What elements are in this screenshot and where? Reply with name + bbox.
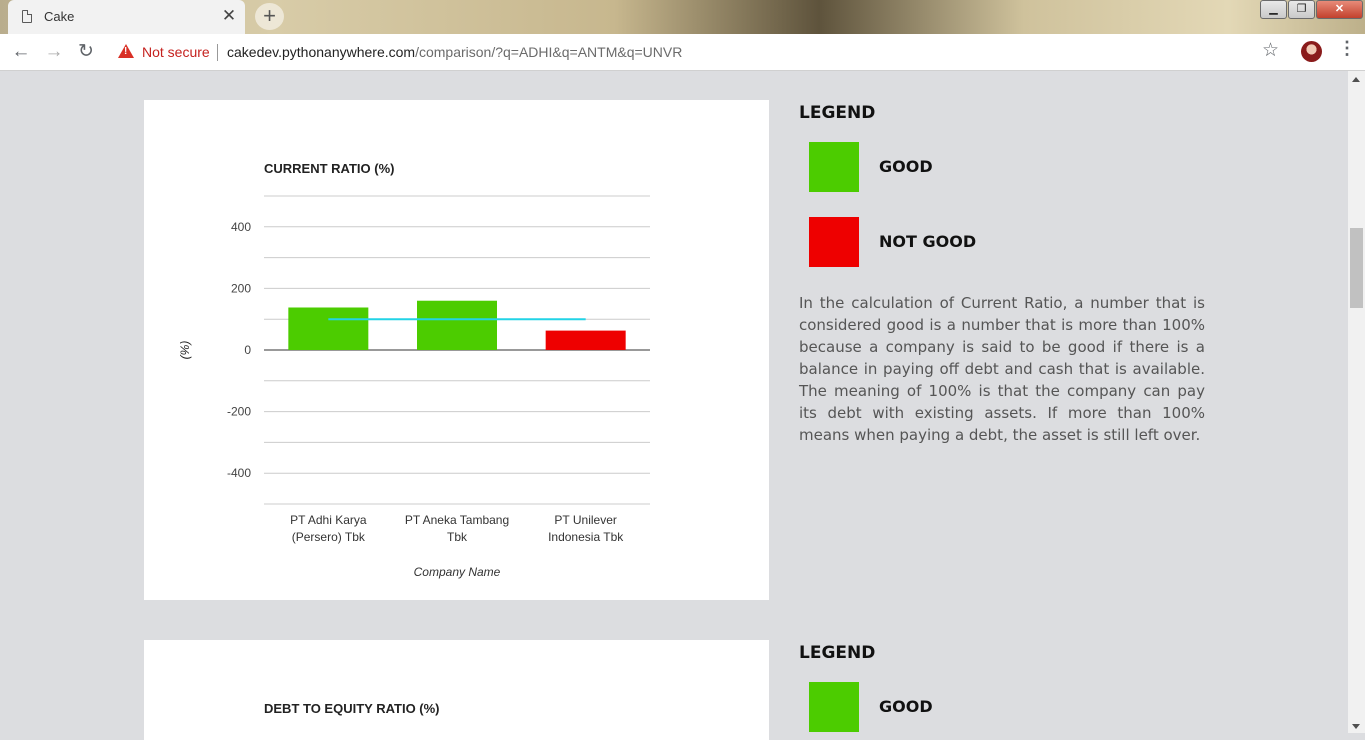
document-icon bbox=[22, 10, 32, 23]
scroll-thumb[interactable] bbox=[1350, 228, 1363, 308]
x-tick-label: (Persero) Tbk bbox=[292, 530, 366, 544]
scroll-up-arrow-icon[interactable] bbox=[1352, 77, 1360, 82]
bookmark-star-icon[interactable]: ☆ bbox=[1262, 39, 1279, 62]
page-scrollbar[interactable] bbox=[1348, 71, 1365, 733]
back-arrow-icon[interactable]: ← bbox=[9, 40, 33, 64]
scroll-down-arrow-icon[interactable] bbox=[1352, 724, 1360, 729]
profile-avatar[interactable] bbox=[1301, 41, 1322, 62]
x-tick-label: Tbk bbox=[447, 530, 468, 544]
good-swatch bbox=[809, 142, 859, 192]
menu-dots-icon[interactable]: ⋮ bbox=[1338, 38, 1356, 59]
close-window-button[interactable]: ✕ bbox=[1316, 0, 1363, 19]
x-axis-label: Company Name bbox=[414, 565, 501, 579]
x-tick-label: PT Unilever bbox=[554, 513, 616, 527]
legend-heading: LEGEND bbox=[799, 103, 876, 123]
browser-tab[interactable]: Cake ✕ bbox=[8, 0, 245, 34]
x-tick-label: PT Aneka Tambang bbox=[405, 513, 509, 527]
url-text[interactable]: cakedev.pythonanywhere.com/comparison/?q… bbox=[227, 44, 682, 60]
url-path: /comparison/?q=ADHI&q=ANTM&q=UNVR bbox=[415, 44, 683, 60]
good-swatch bbox=[809, 682, 859, 732]
y-axis-label: (%) bbox=[178, 341, 192, 360]
y-tick-label: 200 bbox=[231, 281, 251, 295]
tab-title: Cake bbox=[44, 9, 75, 24]
security-indicator[interactable]: Not secure bbox=[142, 44, 210, 60]
bar bbox=[417, 300, 497, 350]
x-tick-label: PT Adhi Karya bbox=[290, 513, 367, 527]
good-label: GOOD bbox=[879, 157, 933, 176]
y-tick-label: -200 bbox=[227, 405, 251, 419]
debt-equity-chart-card: DEBT TO EQUITY RATIO (%) bbox=[144, 640, 769, 740]
x-tick-label: Indonesia Tbk bbox=[548, 530, 624, 544]
current-ratio-chart-card: CURRENT RATIO (%) 400 200 0 -200 -400 (%) PT A… bbox=[144, 100, 769, 600]
warning-icon bbox=[118, 44, 134, 58]
bar bbox=[545, 330, 626, 350]
y-tick-label: -400 bbox=[227, 466, 251, 480]
close-tab-icon[interactable]: ✕ bbox=[219, 6, 239, 26]
chart-title: DEBT TO EQUITY RATIO (%) bbox=[264, 701, 440, 716]
current-ratio-description: In the calculation of Current Ratio, a n… bbox=[799, 294, 1205, 444]
y-tick-label: 400 bbox=[231, 220, 251, 234]
not-good-swatch bbox=[809, 217, 859, 267]
window-controls: ▁ ❐ ✕ bbox=[1260, 0, 1363, 19]
good-label: GOOD bbox=[879, 697, 933, 716]
window-titlebar: Cake ✕ + ▁ ❐ ✕ bbox=[0, 0, 1365, 34]
bar bbox=[288, 307, 369, 350]
new-tab-button[interactable]: + bbox=[255, 3, 284, 30]
current-ratio-chart: 400 200 0 -200 -400 (%) PT Adhi Karya (Persero)… bbox=[178, 195, 650, 579]
y-tick-label: 0 bbox=[244, 343, 251, 357]
legend-heading: LEGEND bbox=[799, 643, 876, 663]
address-bar[interactable]: Not secure cakedev.pythonanywhere.com/co… bbox=[110, 39, 1290, 66]
minimize-button[interactable]: ▁ bbox=[1260, 0, 1287, 19]
address-divider bbox=[217, 44, 218, 61]
reload-icon[interactable]: ↻ bbox=[74, 40, 98, 64]
forward-arrow-icon[interactable]: → bbox=[42, 40, 66, 64]
not-good-label: NOT GOOD bbox=[879, 232, 977, 251]
restore-button[interactable]: ❐ bbox=[1288, 0, 1315, 19]
browser-toolbar: ← → ↻ Not secure cakedev.pythonanywhere.… bbox=[0, 34, 1365, 71]
url-host: cakedev.pythonanywhere.com bbox=[227, 44, 416, 60]
